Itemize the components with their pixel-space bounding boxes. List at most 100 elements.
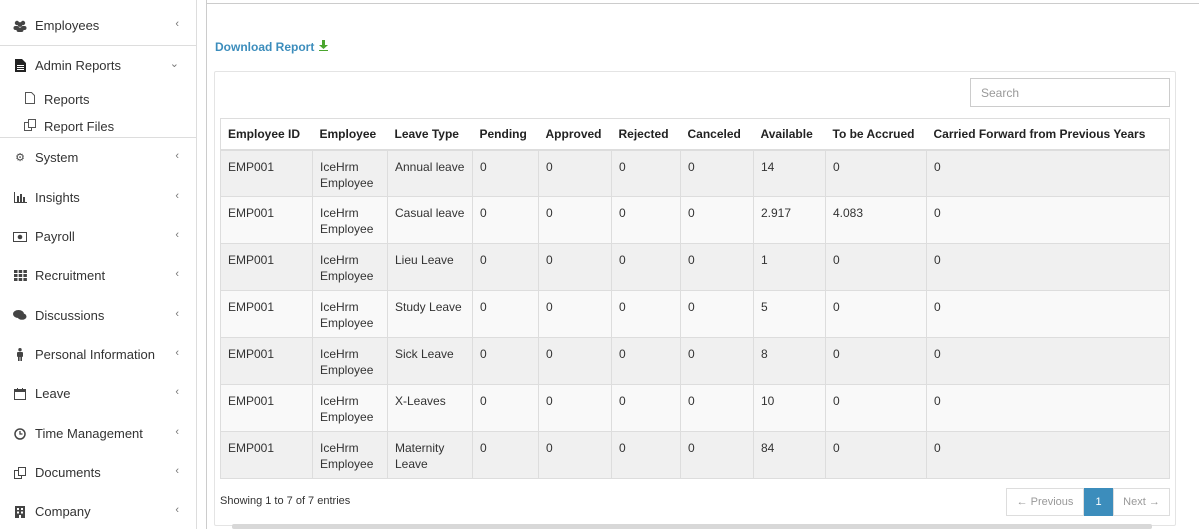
cell-to-be-accrued: 0 (825, 337, 927, 385)
chevron-left-icon: ‹ (175, 150, 179, 162)
cell-available: 14 (753, 149, 826, 197)
sidebar-item-personal-information[interactable]: Personal Information ‹ (0, 335, 197, 374)
cell-pending: 0 (472, 196, 539, 244)
column-header[interactable]: Pending (472, 118, 539, 151)
sidebar-item-label: Discussions (35, 308, 105, 323)
comments-icon (13, 309, 27, 323)
chevron-left-icon: ‹ (175, 268, 179, 280)
sidebar-item-documents[interactable]: Documents ‹ (0, 453, 197, 492)
chevron-left-icon: ‹ (175, 347, 179, 359)
sidebar-subitem-report-files[interactable]: Report Files (24, 115, 114, 137)
column-header[interactable]: Leave Type (387, 118, 473, 151)
cell-pending: 0 (472, 290, 539, 338)
previous-page-button[interactable]: ← Previous (1006, 488, 1084, 516)
cell-to-be-accrued: 0 (825, 384, 927, 432)
cell-leave-type: Annual leave (387, 149, 473, 197)
table-row[interactable]: EMP001 IceHrm Employee Sick Leave 0 0 0 … (220, 337, 1170, 385)
download-report-label: Download Report (215, 40, 315, 54)
cell-pending: 0 (472, 337, 539, 385)
cell-available: 1 (753, 243, 826, 291)
column-header[interactable]: To be Accrued (825, 118, 927, 151)
cell-available: 2.917 (753, 196, 826, 244)
table-row[interactable]: EMP001 IceHrm Employee X-Leaves 0 0 0 0 … (220, 384, 1170, 432)
column-header[interactable]: Available (753, 118, 826, 151)
cell-carried-forward: 0 (926, 243, 1170, 291)
cell-leave-type: Casual leave (387, 196, 473, 244)
sidebar-item-label: System (35, 150, 79, 165)
table-header-row: Employee ID Employee Leave Type Pending … (220, 118, 1170, 151)
table-row[interactable]: EMP001 IceHrm Employee Lieu Leave 0 0 0 … (220, 243, 1170, 291)
sidebar-item-time-management[interactable]: Time Management ‹ (0, 414, 197, 453)
file-outline-icon (24, 91, 36, 107)
cell-canceled: 0 (680, 337, 754, 385)
sidebar-item-company[interactable]: Company ‹ (0, 492, 197, 529)
sidebar-item-system[interactable]: ⚙ System ‹ (0, 138, 197, 177)
chevron-left-icon: ‹ (175, 229, 179, 241)
cell-employee-id: EMP001 (220, 384, 313, 432)
cell-pending: 0 (472, 243, 539, 291)
sidebar-item-employees[interactable]: Employees ‹ (0, 6, 197, 45)
cell-employee-id: EMP001 (220, 337, 313, 385)
column-header[interactable]: Employee ID (220, 118, 313, 151)
cell-approved: 0 (538, 384, 612, 432)
cell-rejected: 0 (611, 431, 681, 479)
calendar-icon (13, 387, 27, 401)
cell-available: 5 (753, 290, 826, 338)
chevron-left-icon: ‹ (175, 386, 179, 398)
sidebar-item-admin-reports[interactable]: Admin Reports ⌄ (0, 46, 197, 85)
sidebar-item-label: Leave (35, 386, 71, 401)
search-input[interactable] (970, 78, 1170, 107)
cell-leave-type: Study Leave (387, 290, 473, 338)
leave-report-table: Employee ID Employee Leave Type Pending … (220, 118, 1170, 479)
cell-leave-type: Sick Leave (387, 337, 473, 385)
column-header[interactable]: Canceled (680, 118, 754, 151)
table-row[interactable]: EMP001 IceHrm Employee Casual leave 0 0 … (220, 196, 1170, 244)
table-row[interactable]: EMP001 IceHrm Employee Study Leave 0 0 0… (220, 290, 1170, 338)
cell-leave-type: X-Leaves (387, 384, 473, 432)
building-icon (13, 505, 27, 519)
table-row[interactable]: EMP001 IceHrm Employee Annual leave 0 0 … (220, 149, 1170, 197)
cell-rejected: 0 (611, 290, 681, 338)
chevron-left-icon: ‹ (175, 426, 179, 438)
sidebar-item-payroll[interactable]: Payroll ‹ (0, 217, 197, 256)
sidebar-item-label: Payroll (35, 229, 75, 244)
column-header[interactable]: Rejected (611, 118, 681, 151)
chevron-left-icon: ‹ (175, 190, 179, 202)
table-row[interactable]: EMP001 IceHrm Employee Maternity Leave 0… (220, 431, 1170, 479)
sidebar-item-leave[interactable]: Leave ‹ (0, 374, 197, 413)
pagination: ← Previous 1 Next → (1006, 488, 1170, 516)
cell-pending: 0 (472, 431, 539, 479)
sidebar-item-recruitment[interactable]: Recruitment ‹ (0, 256, 197, 295)
bar-chart-icon (13, 191, 27, 205)
cell-employee: IceHrm Employee (312, 431, 388, 479)
copy-icon (24, 118, 36, 134)
horizontal-scrollbar[interactable] (232, 524, 1152, 529)
sidebar-item-label: Employees (35, 18, 100, 33)
th-icon (13, 269, 27, 283)
cell-approved: 0 (538, 149, 612, 197)
cell-employee-id: EMP001 (220, 431, 313, 479)
cell-canceled: 0 (680, 243, 754, 291)
page-1-button[interactable]: 1 (1084, 488, 1113, 516)
next-page-button[interactable]: Next → (1113, 488, 1170, 516)
sidebar-item-discussions[interactable]: Discussions ‹ (0, 296, 197, 335)
cell-carried-forward: 0 (926, 384, 1170, 432)
download-report-link[interactable]: Download Report (215, 40, 329, 54)
column-header[interactable]: Employee (312, 118, 388, 151)
table-info: Showing 1 to 7 of 7 entries (220, 495, 351, 507)
sidebar-subitem-label: Reports (44, 91, 90, 107)
sidebar-item-insights[interactable]: Insights ‹ (0, 178, 197, 217)
cell-employee: IceHrm Employee (312, 243, 388, 291)
cell-canceled: 0 (680, 290, 754, 338)
column-header[interactable]: Approved (538, 118, 612, 151)
sidebar-item-label: Documents (35, 465, 101, 480)
cell-employee: IceHrm Employee (312, 290, 388, 338)
column-header[interactable]: Carried Forward from Previous Years (926, 118, 1170, 151)
cell-to-be-accrued: 0 (825, 149, 927, 197)
sidebar-item-label: Recruitment (35, 268, 106, 283)
sidebar-subitem-reports[interactable]: Reports (24, 88, 90, 110)
copy-icon (13, 466, 27, 480)
cell-available: 84 (753, 431, 826, 479)
cell-available: 8 (753, 337, 826, 385)
cell-rejected: 0 (611, 384, 681, 432)
